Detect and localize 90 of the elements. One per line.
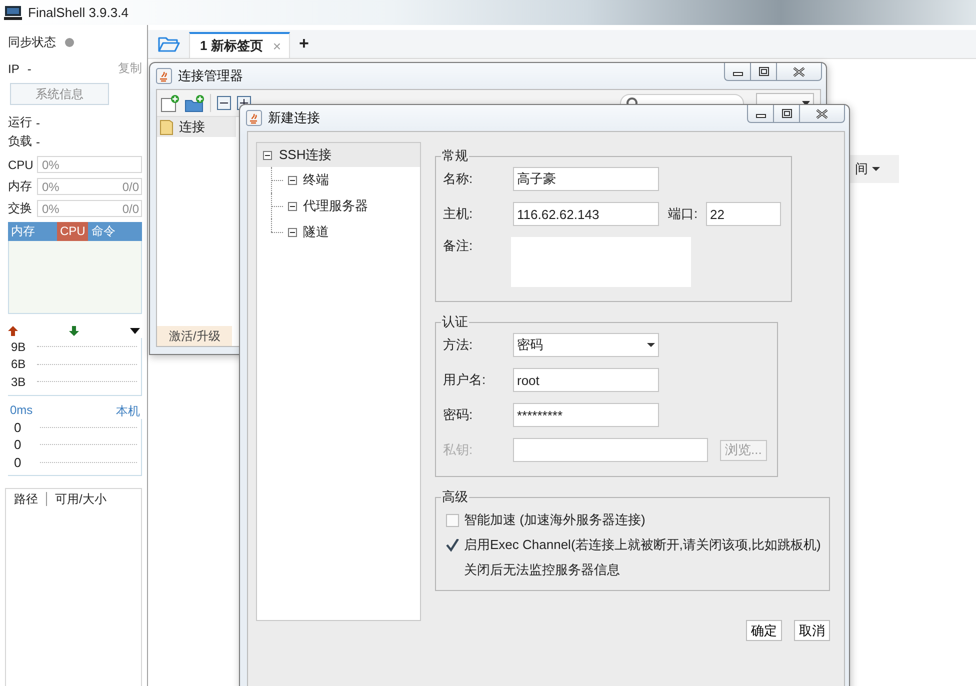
field-label: 私钥: (443, 441, 474, 459)
usage-percent: 0% (42, 158, 60, 172)
ok-button[interactable]: 确定 (746, 620, 782, 641)
collapse-icon[interactable] (288, 228, 297, 236)
column-header: 可用/大小 (46, 492, 114, 506)
latency-value: 0ms (10, 402, 33, 418)
tree-item[interactable]: 终端 (271, 167, 420, 193)
input-field[interactable]: root (513, 368, 659, 392)
usage-percent: 0% (42, 180, 60, 194)
option-note: 关闭后无法监控服务器信息 (464, 561, 620, 579)
ip-label: IP (8, 62, 20, 76)
axis-label: 3B (11, 374, 27, 389)
uptime-value: - (36, 116, 40, 130)
checkbox[interactable] (446, 514, 459, 526)
collapse-icon[interactable] (263, 150, 272, 160)
ip-value: - (27, 62, 32, 76)
host-label: 本机 (116, 402, 140, 418)
password-field[interactable]: ********* (513, 403, 659, 427)
load-label: 负载 (8, 133, 32, 150)
close-icon (793, 66, 805, 76)
folder-icon (160, 119, 173, 135)
maximize-icon (782, 109, 792, 118)
field-label: 端口: (668, 205, 699, 223)
download-arrow-icon (69, 326, 79, 336)
input-field[interactable]: 22 (706, 202, 781, 226)
dropdown-icon (130, 328, 140, 334)
meter-label: CPU (8, 158, 34, 172)
session-tab[interactable]: 1 新标签页 × (189, 32, 290, 58)
tree-item[interactable]: SSH连接 (257, 143, 420, 167)
app-icon (246, 110, 262, 126)
new-folder-icon (185, 94, 204, 112)
axis-label: 6B (11, 357, 27, 372)
input-field[interactable]: 高子豪 (513, 167, 659, 191)
option-label: 智能加速 (加速海外服务器连接) (464, 511, 646, 529)
window-title: 新建连接 (268, 109, 321, 127)
upload-arrow-icon (8, 326, 18, 336)
usage-percent: 0% (42, 202, 60, 216)
close-button[interactable] (776, 63, 822, 81)
folder-open-icon (158, 36, 180, 52)
field-label: 密码: (443, 406, 474, 424)
field-label: 方法: (443, 336, 474, 354)
close-button[interactable] (799, 105, 845, 123)
monitor-tab[interactable]: CPU (57, 222, 88, 241)
app-title: FinalShell 3.9.3.4 (28, 5, 128, 20)
dropdown-icon (872, 167, 880, 171)
cancel-button[interactable]: 取消 (794, 620, 830, 641)
group-title: 认证 (441, 313, 469, 331)
field-label: 名称: (443, 170, 474, 188)
field-label: 主机: (443, 205, 474, 223)
checkbox[interactable] (446, 538, 459, 552)
axis-label: 0 (13, 454, 22, 470)
app-icon (156, 68, 172, 84)
tree-item[interactable]: 代理服务器 (271, 193, 420, 219)
minimize-button[interactable] (724, 63, 750, 81)
maximize-button[interactable] (750, 63, 776, 81)
new-tab-button[interactable]: + (299, 34, 309, 54)
collapse-icon[interactable] (288, 176, 297, 184)
app-logo-icon (4, 6, 22, 20)
sync-status-label: 同步状态 (8, 34, 56, 51)
tree-item[interactable]: 连接 (157, 117, 236, 137)
axis-label: 9B (11, 340, 27, 354)
tree-item[interactable]: 隧道 (271, 219, 420, 245)
close-icon (816, 108, 828, 118)
collapse-icon[interactable] (288, 202, 297, 210)
field-label: 备注: (443, 237, 474, 255)
option-label: 启用Exec Channel(若连接上就被断开,请关闭该项,比如跳板机) (464, 536, 821, 554)
maximize-button[interactable] (773, 105, 799, 123)
uptime-label: 运行 (8, 114, 32, 131)
collapse-all-icon (217, 96, 231, 110)
usage-amount: 0/0 (122, 180, 139, 194)
minimize-button[interactable] (747, 105, 773, 123)
load-value: - (36, 134, 40, 148)
maximize-icon (758, 67, 768, 76)
window-title: 连接管理器 (178, 67, 244, 85)
new-file-icon (161, 94, 179, 112)
input-field[interactable]: 116.62.62.143 (513, 202, 659, 226)
axis-label: 0 (13, 437, 22, 452)
group-title: 常规 (441, 147, 469, 165)
dropdown-icon (647, 343, 655, 347)
group-title: 高级 (441, 488, 469, 506)
usage-amount: 0/0 (122, 202, 139, 216)
axis-label: 0 (13, 420, 22, 435)
status-dot (65, 38, 74, 47)
column-header: 路径 (13, 492, 39, 506)
field-label: 用户名: (443, 371, 487, 389)
check-icon (446, 538, 459, 552)
activate-upgrade-button[interactable]: 激活/升级 (157, 326, 232, 346)
meter-label: 内存 (8, 178, 33, 195)
meter-label: 交换 (8, 200, 33, 217)
method-dropdown[interactable]: 密码 (513, 333, 659, 357)
